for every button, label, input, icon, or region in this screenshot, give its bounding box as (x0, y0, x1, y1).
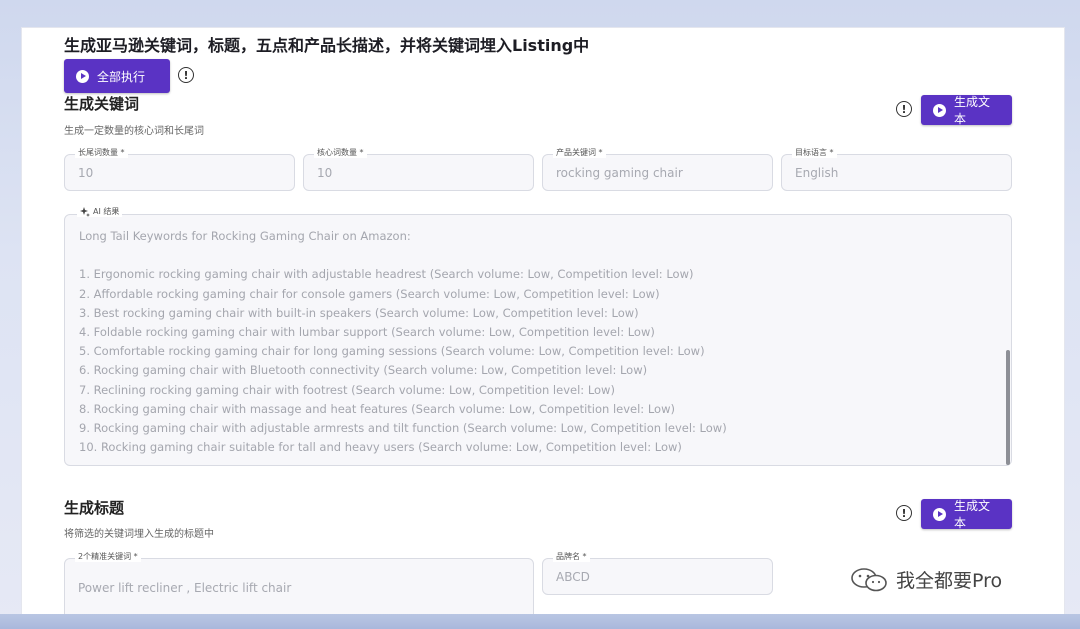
field-label: 长尾词数量 * (75, 147, 128, 158)
sparkle-icon (80, 206, 90, 217)
keywords-section-title: 生成关键词 (64, 95, 140, 113)
page-title: 生成亚马逊关键词，标题，五点和产品长描述，并将关键词埋入Listing中 (64, 36, 590, 55)
play-icon (76, 69, 89, 83)
field-label: 产品关键词 * (553, 147, 606, 158)
run-all-label: 全部执行 (97, 69, 146, 84)
bottom-strip (0, 614, 1080, 629)
field-value: rocking gaming chair (556, 165, 683, 180)
info-icon[interactable]: ! (178, 67, 194, 83)
ai-result-label-text: AI 结果 (93, 207, 120, 216)
title-section-description: 将筛选的关键词埋入生成的标题中 (64, 529, 214, 540)
field-value: 10 (317, 165, 333, 180)
watermark: 我全都要Pro (850, 566, 1002, 593)
precise-keywords-field[interactable]: 2个精准关键词 * Power lift recliner , Electric… (64, 551, 534, 618)
run-all-button[interactable]: 全部执行 (64, 59, 170, 93)
field-label: 品牌名 * (553, 551, 590, 562)
title-info-icon[interactable]: ! (896, 505, 912, 521)
ai-result-label: AI 结果 (77, 206, 123, 217)
core-count-field[interactable]: 核心词数量 * 10 (303, 147, 534, 191)
keywords-generate-button[interactable]: 生成文本 (921, 95, 1012, 126)
field-value: Power lift recliner , Electric lift chai… (78, 581, 292, 595)
ai-result-text: Long Tail Keywords for Rocking Gaming Ch… (79, 229, 727, 455)
wechat-icon (851, 567, 887, 591)
watermark-text: 我全都要Pro (896, 570, 1003, 592)
play-icon (933, 103, 946, 117)
title-generate-button[interactable]: 生成文本 (921, 499, 1012, 530)
long-tail-count-field[interactable]: 长尾词数量 * 10 (64, 147, 295, 191)
field-value: 10 (78, 165, 94, 180)
field-label: 核心词数量 * (314, 147, 367, 158)
field-label: 2个精准关键词 * (75, 551, 141, 562)
keywords-section-description: 生成一定数量的核心词和长尾词 (64, 126, 204, 137)
field-value: English (795, 165, 839, 180)
result-scrollbar[interactable] (1006, 350, 1010, 465)
ai-result-textarea[interactable]: AI 结果 Long Tail Keywords for Rocking Gam… (64, 206, 1012, 466)
field-value: ABCD (556, 569, 590, 584)
title-generate-label: 生成文本 (954, 499, 991, 530)
brand-name-field[interactable]: 品牌名 * ABCD (542, 551, 773, 595)
play-icon (933, 507, 946, 521)
product-keyword-field[interactable]: 产品关键词 * rocking gaming chair (542, 147, 773, 191)
field-label: 目标语言 * (792, 147, 837, 158)
target-language-field[interactable]: 目标语言 * English (781, 147, 1012, 191)
title-section-title: 生成标题 (64, 499, 125, 517)
keywords-info-icon[interactable]: ! (896, 101, 912, 117)
main-panel: 生成亚马逊关键词，标题，五点和产品长描述，并将关键词埋入Listing中 全部执… (22, 28, 1064, 618)
keywords-generate-label: 生成文本 (954, 95, 991, 126)
